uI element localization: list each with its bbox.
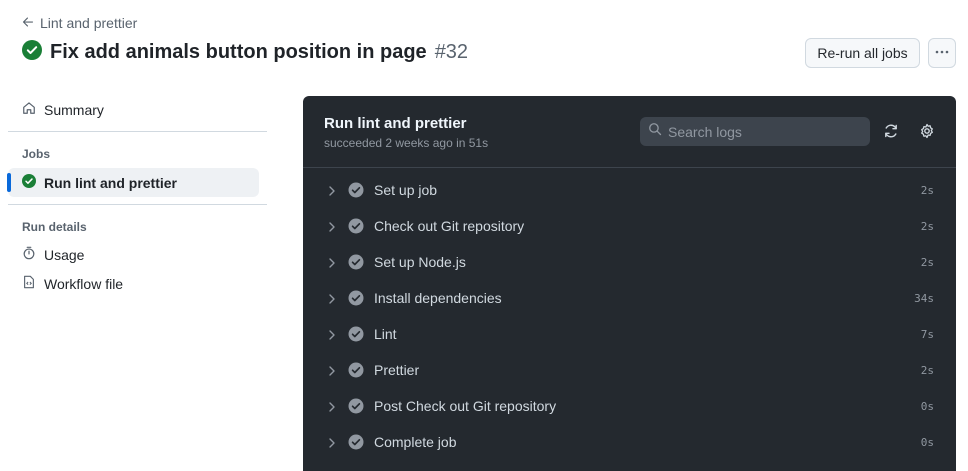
rerun-all-jobs-button[interactable]: Re-run all jobs — [805, 38, 920, 68]
step-name: Set up job — [374, 182, 438, 198]
sidebar-item-usage[interactable]: Usage — [22, 246, 84, 263]
chevron-right-icon — [326, 400, 338, 412]
chevron-right-icon — [326, 436, 338, 448]
sidebar-item-label: Summary — [44, 101, 104, 118]
file-code-icon — [22, 275, 36, 292]
search-icon — [648, 122, 662, 141]
step-name: Install dependencies — [374, 290, 502, 306]
sidebar-item-label: Usage — [44, 246, 85, 263]
page-header: Lint and prettier Fix add animals button… — [0, 0, 968, 80]
chevron-right-icon — [326, 256, 338, 268]
sidebar-item-label: Workflow file — [44, 275, 124, 292]
jobs-section-label: Jobs — [22, 147, 51, 161]
step-row[interactable]: Post Check out Git repository 0s — [303, 388, 956, 424]
divider — [8, 204, 267, 205]
sidebar-item-label: Run lint and prettier — [44, 174, 177, 191]
step-name: Post Check out Git repository — [374, 398, 557, 414]
search-box[interactable] — [640, 117, 870, 146]
step-duration: 34s — [914, 291, 934, 305]
log-header: Run lint and prettier succeeded 2 weeks … — [303, 96, 956, 168]
back-link[interactable]: Lint and prettier — [22, 15, 137, 31]
arrow-left-icon — [22, 15, 34, 31]
step-duration: 7s — [920, 327, 934, 341]
page-title: Fix add animals button position in page — [50, 41, 427, 63]
step-row[interactable]: Check out Git repository 2s — [303, 208, 956, 244]
job-status: succeeded 2 weeks ago in 51s — [324, 136, 489, 150]
chevron-right-icon — [326, 292, 338, 304]
check-circle-icon — [348, 218, 364, 234]
check-circle-icon — [348, 290, 364, 306]
run-number: #32 — [434, 41, 469, 63]
chevron-right-icon — [326, 364, 338, 376]
check-circle-icon — [348, 434, 364, 450]
check-circle-icon — [348, 182, 364, 198]
check-circle-icon — [348, 326, 364, 342]
sidebar: Summary Jobs Run lint and prettier Run d… — [0, 90, 280, 471]
refresh-button[interactable] — [883, 123, 901, 141]
check-circle-icon — [348, 398, 364, 414]
step-duration: 2s — [920, 219, 934, 233]
chevron-right-icon — [326, 328, 338, 340]
step-duration: 2s — [920, 255, 934, 269]
run-details-section-label: Run details — [22, 220, 87, 234]
step-name: Complete job — [374, 434, 457, 450]
settings-button[interactable] — [919, 123, 937, 141]
step-row[interactable]: Set up Node.js 2s — [303, 244, 956, 280]
kebab-horizontal-icon — [934, 44, 950, 63]
step-row[interactable]: Set up job 2s — [303, 172, 956, 208]
title-row: Fix add animals button position in page … — [22, 40, 468, 65]
back-link-label: Lint and prettier — [40, 15, 138, 31]
step-duration: 2s — [920, 363, 934, 377]
check-circle-icon — [348, 254, 364, 270]
step-row[interactable]: Install dependencies 34s — [303, 280, 956, 316]
check-circle-icon — [348, 362, 364, 378]
stopwatch-icon — [22, 246, 36, 263]
success-check-icon — [22, 174, 36, 191]
step-name: Prettier — [374, 362, 420, 378]
step-row[interactable]: Complete job 0s — [303, 424, 956, 460]
sync-icon — [883, 124, 899, 143]
step-name: Check out Git repository — [374, 218, 525, 234]
step-row[interactable]: Prettier 2s — [303, 352, 956, 388]
step-duration: 0s — [920, 399, 934, 413]
step-name: Lint — [374, 326, 397, 342]
chevron-right-icon — [326, 220, 338, 232]
step-duration: 2s — [920, 183, 934, 197]
sidebar-item-job[interactable]: Run lint and prettier — [7, 168, 259, 197]
more-options-button[interactable] — [928, 38, 956, 68]
home-icon — [22, 101, 36, 118]
sidebar-item-workflow-file[interactable]: Workflow file — [22, 275, 123, 292]
selected-indicator — [7, 173, 11, 192]
step-row[interactable]: Lint 7s — [303, 316, 956, 352]
sidebar-item-summary[interactable]: Summary — [22, 101, 104, 118]
success-status-icon — [22, 40, 42, 65]
log-panel: Run lint and prettier succeeded 2 weeks … — [303, 96, 956, 471]
chevron-right-icon — [326, 184, 338, 196]
step-name: Set up Node.js — [374, 254, 466, 270]
divider — [8, 131, 267, 132]
job-title: Run lint and prettier — [324, 115, 467, 132]
search-logs-input[interactable] — [668, 123, 858, 140]
step-duration: 0s — [920, 435, 934, 449]
gear-icon — [919, 123, 935, 143]
